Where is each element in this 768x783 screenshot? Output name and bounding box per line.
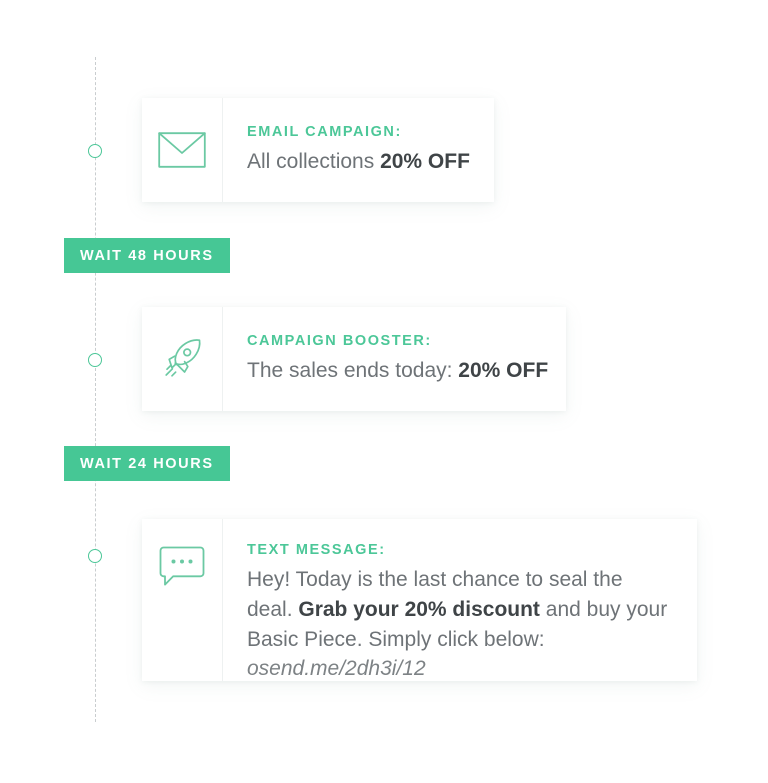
timeline-dot-step-1 bbox=[88, 144, 102, 158]
step-card-email-campaign[interactable]: EMAIL CAMPAIGN: All collections 20% OFF bbox=[142, 98, 494, 202]
envelope-icon bbox=[142, 98, 223, 202]
step-kicker-campaign-booster: CAMPAIGN BOOSTER: bbox=[247, 332, 432, 349]
step-text-text-message: Hey! Today is the last chance to seal th… bbox=[247, 568, 668, 681]
step-kicker-email-campaign: EMAIL CAMPAIGN: bbox=[247, 123, 402, 140]
wait-badge-24-hours: WAIT 24 HOURS bbox=[64, 446, 230, 481]
timeline-dot-step-3 bbox=[88, 549, 102, 563]
step-text-campaign-booster: The sales ends today: 20% OFF bbox=[247, 358, 549, 382]
step-kicker-text-message: TEXT MESSAGE: bbox=[247, 542, 386, 558]
step-text-email-campaign: All collections 20% OFF bbox=[247, 149, 470, 173]
chat-bubble-icon bbox=[142, 519, 223, 681]
step-card-body: CAMPAIGN BOOSTER: The sales ends today: … bbox=[223, 307, 572, 411]
step-card-body: EMAIL CAMPAIGN: All collections 20% OFF bbox=[223, 98, 494, 202]
step-card-campaign-booster[interactable]: CAMPAIGN BOOSTER: The sales ends today: … bbox=[142, 307, 566, 411]
timeline-diagram: EMAIL CAMPAIGN: All collections 20% OFF … bbox=[0, 0, 768, 783]
step-card-body: TEXT MESSAGE: Hey! Today is the last cha… bbox=[223, 519, 697, 681]
wait-badge-48-hours: WAIT 48 HOURS bbox=[64, 238, 230, 273]
step-card-text-message[interactable]: TEXT MESSAGE: Hey! Today is the last cha… bbox=[142, 519, 697, 681]
rocket-icon bbox=[142, 307, 223, 411]
timeline-dot-step-2 bbox=[88, 353, 102, 367]
